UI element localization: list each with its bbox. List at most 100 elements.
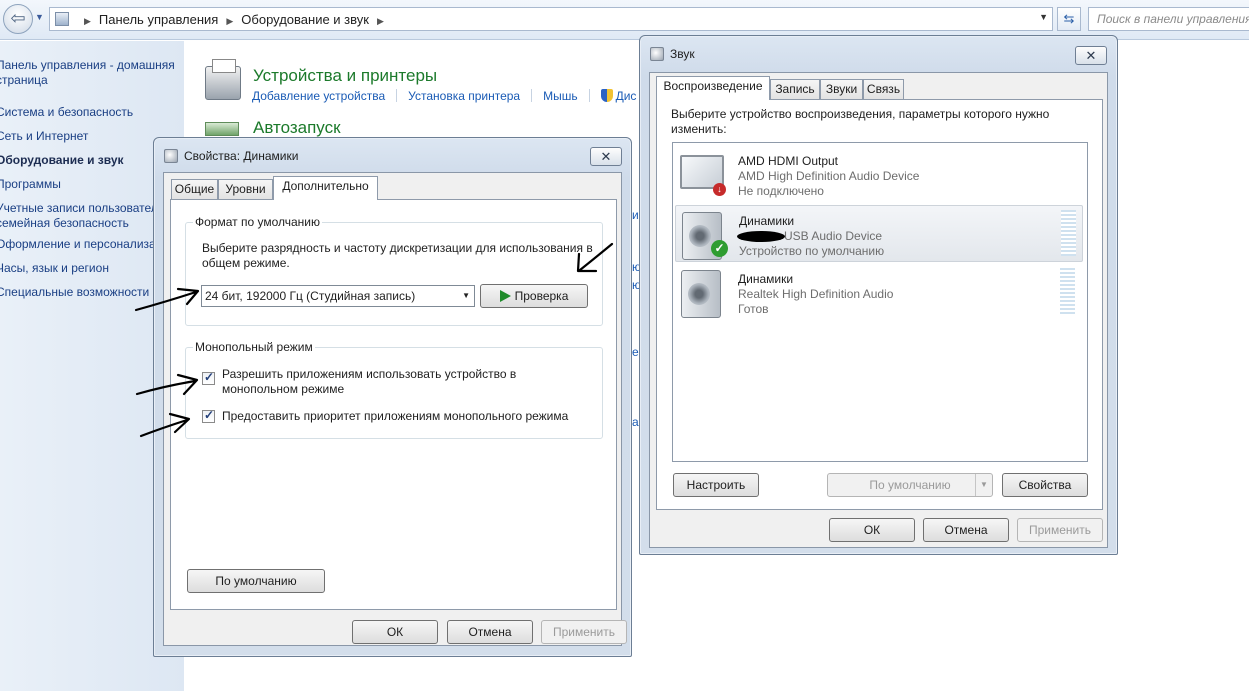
speaker-properties-dialog: Свойства: Динамики ✕ Общие Уровни Дополн… bbox=[153, 137, 632, 657]
tab-sounds[interactable]: Звуки bbox=[820, 79, 863, 100]
recent-pages-dropdown-icon[interactable]: ▼ bbox=[35, 12, 44, 22]
breadcrumb-hardware-sound[interactable]: Оборудование и звук bbox=[241, 12, 369, 27]
set-default-button[interactable]: По умолчанию ▼ bbox=[827, 473, 993, 497]
add-printer-link[interactable]: Установка принтера bbox=[408, 89, 520, 103]
playback-instruction: Выберите устройство воспроизведения, пар… bbox=[671, 107, 1050, 136]
device-status: Готов bbox=[738, 302, 769, 316]
play-icon bbox=[499, 290, 511, 302]
nav-clock-region[interactable]: Часы, язык и регион bbox=[0, 261, 109, 276]
device-name: AMD HDMI Output bbox=[738, 154, 839, 168]
apply-button[interactable]: Применить bbox=[1017, 518, 1103, 542]
breadcrumb-control-panel[interactable]: Панель управления bbox=[99, 12, 218, 27]
link-fragment[interactable]: и bbox=[632, 208, 639, 222]
close-button[interactable]: ✕ bbox=[1075, 46, 1107, 65]
devices-printers-title[interactable]: Устройства и принтеры bbox=[253, 66, 437, 86]
redaction-scribble bbox=[737, 231, 785, 242]
tab-recording[interactable]: Запись bbox=[770, 79, 820, 100]
nav-hardware-sound[interactable]: Оборудование и звук bbox=[0, 153, 124, 168]
list-item[interactable]: ↓ AMD HDMI Output AMD High Definition Au… bbox=[675, 146, 1083, 203]
speaker-icon bbox=[681, 270, 721, 318]
nav-user-accounts-line1[interactable]: Учетные записи пользовател bbox=[0, 201, 158, 216]
add-device-link[interactable]: Добавление устройства bbox=[252, 89, 385, 103]
test-button-label: Проверка bbox=[514, 289, 569, 303]
device-manager-link[interactable]: Дис bbox=[616, 89, 637, 103]
control-panel-icon bbox=[55, 12, 69, 26]
close-button[interactable]: ✕ bbox=[590, 147, 622, 166]
configure-button[interactable]: Настроить bbox=[673, 473, 759, 497]
default-format-label: Формат по умолчанию bbox=[193, 215, 322, 229]
tab-general[interactable]: Общие bbox=[171, 179, 218, 200]
back-button[interactable]: ⇦ bbox=[3, 4, 33, 34]
ok-button[interactable]: ОК bbox=[829, 518, 915, 542]
address-field[interactable]: ▶ Панель управления ▶ Оборудование и звук ▶ … bbox=[49, 7, 1053, 31]
uac-shield-icon bbox=[600, 89, 613, 102]
mouse-link[interactable]: Мышь bbox=[543, 89, 578, 103]
exclusive-mode-group: Монопольный режим Разрешить приложениям … bbox=[185, 340, 603, 439]
nav-home-line2[interactable]: страница bbox=[0, 73, 48, 88]
device-driver: Realtek High Definition Audio bbox=[738, 287, 894, 301]
device-status: Не подключено bbox=[738, 184, 824, 198]
search-input[interactable]: Поиск в панели управления bbox=[1088, 7, 1249, 31]
chevron-down-icon[interactable]: ▼ bbox=[975, 474, 992, 496]
dialog-body: Общие Уровни Дополнительно Формат по умо… bbox=[163, 172, 627, 646]
restore-defaults-button[interactable]: По умолчанию bbox=[187, 569, 325, 593]
list-item[interactable]: Динамики Realtek High Definition Audio Г… bbox=[675, 264, 1083, 321]
allow-exclusive-label[interactable]: Разрешить приложениям использовать устро… bbox=[222, 367, 552, 397]
autoplay-title[interactable]: Автозапуск bbox=[253, 118, 341, 138]
exclusive-priority-checkbox[interactable] bbox=[202, 408, 215, 423]
apply-button[interactable]: Применить bbox=[541, 620, 627, 644]
chevron-down-icon: ▼ bbox=[462, 291, 470, 300]
link-fragment[interactable]: а bbox=[632, 415, 639, 429]
playback-tab-page: Выберите устройство воспроизведения, пар… bbox=[656, 99, 1103, 510]
speaker-window-icon bbox=[164, 149, 178, 163]
list-item[interactable]: ✓ Динамики USB Audio Device Устройство п… bbox=[675, 205, 1083, 262]
exclusive-mode-label: Монопольный режим bbox=[193, 340, 315, 354]
volume-level-meter bbox=[1060, 268, 1075, 314]
address-history-dropdown-icon[interactable]: ▼ bbox=[1039, 12, 1048, 22]
device-name: Динамики bbox=[739, 214, 795, 228]
autoplay-icon bbox=[205, 122, 239, 136]
dialog-body: Воспроизведение Запись Звуки Связь Выбер… bbox=[649, 72, 1108, 548]
nav-home-line1[interactable]: Панель управления - домашняя bbox=[0, 58, 175, 73]
device-driver: AMD High Definition Audio Device bbox=[738, 169, 920, 183]
breadcrumb-separator-icon[interactable]: ▶ bbox=[226, 16, 233, 26]
cancel-button[interactable]: Отмена bbox=[447, 620, 533, 644]
ok-button[interactable]: ОК bbox=[352, 620, 438, 644]
breadcrumb-separator-icon[interactable]: ▶ bbox=[84, 16, 91, 26]
default-format-description: Выберите разрядность и частоту дискретиз… bbox=[202, 241, 593, 270]
sound-dialog: Звук ✕ Воспроизведение Запись Звуки Связ… bbox=[639, 35, 1118, 555]
tab-levels[interactable]: Уровни bbox=[218, 179, 273, 200]
device-name: Динамики bbox=[738, 272, 794, 286]
breadcrumb-separator-icon[interactable]: ▶ bbox=[377, 16, 384, 26]
sample-rate-select[interactable]: 24 бит, 192000 Гц (Студийная запись) ▼ bbox=[201, 285, 475, 307]
refresh-button[interactable]: ⇆ bbox=[1057, 7, 1081, 31]
test-button[interactable]: Проверка bbox=[480, 284, 588, 308]
device-driver: USB Audio Device bbox=[784, 229, 883, 243]
allow-exclusive-checkbox[interactable] bbox=[202, 370, 215, 385]
nav-system-security[interactable]: Система и безопасность bbox=[0, 105, 133, 120]
tab-communications[interactable]: Связь bbox=[863, 79, 904, 100]
speaker-window-icon bbox=[650, 47, 664, 61]
device-status: Устройство по умолчанию bbox=[739, 244, 885, 258]
tab-playback[interactable]: Воспроизведение bbox=[656, 76, 770, 100]
playback-device-list: ↓ AMD HDMI Output AMD High Definition Au… bbox=[672, 142, 1088, 462]
dialog-title: Свойства: Динамики bbox=[184, 149, 299, 163]
volume-level-meter bbox=[1061, 210, 1076, 256]
nav-appearance[interactable]: Оформление и персонализац bbox=[0, 237, 163, 252]
nav-accessibility[interactable]: Специальные возможности bbox=[0, 285, 149, 300]
tab-advanced[interactable]: Дополнительно bbox=[273, 176, 378, 200]
properties-button[interactable]: Свойства bbox=[1002, 473, 1088, 497]
breadcrumb: ▶ Панель управления ▶ Оборудование и звук ▶ bbox=[76, 12, 392, 27]
explorer-address-bar: ⇦ ▼ ▶ Панель управления ▶ Оборудование и зв… bbox=[0, 0, 1249, 40]
default-format-group: Формат по умолчанию Выберите разрядность… bbox=[185, 215, 603, 326]
set-default-label: По умолчанию bbox=[869, 478, 951, 492]
devices-printers-links: Добавление устройства Установка принтера М… bbox=[252, 89, 636, 103]
printer-icon bbox=[205, 59, 241, 100]
disconnected-badge-icon: ↓ bbox=[713, 183, 726, 196]
nav-programs[interactable]: Программы bbox=[0, 177, 61, 192]
nav-user-accounts-line2[interactable]: семейная безопасность bbox=[0, 216, 129, 231]
nav-network-internet[interactable]: Сеть и Интернет bbox=[0, 129, 88, 144]
link-fragment[interactable]: е bbox=[632, 345, 639, 359]
exclusive-priority-label[interactable]: Предоставить приоритет приложениям моноп… bbox=[222, 409, 597, 424]
cancel-button[interactable]: Отмена bbox=[923, 518, 1009, 542]
